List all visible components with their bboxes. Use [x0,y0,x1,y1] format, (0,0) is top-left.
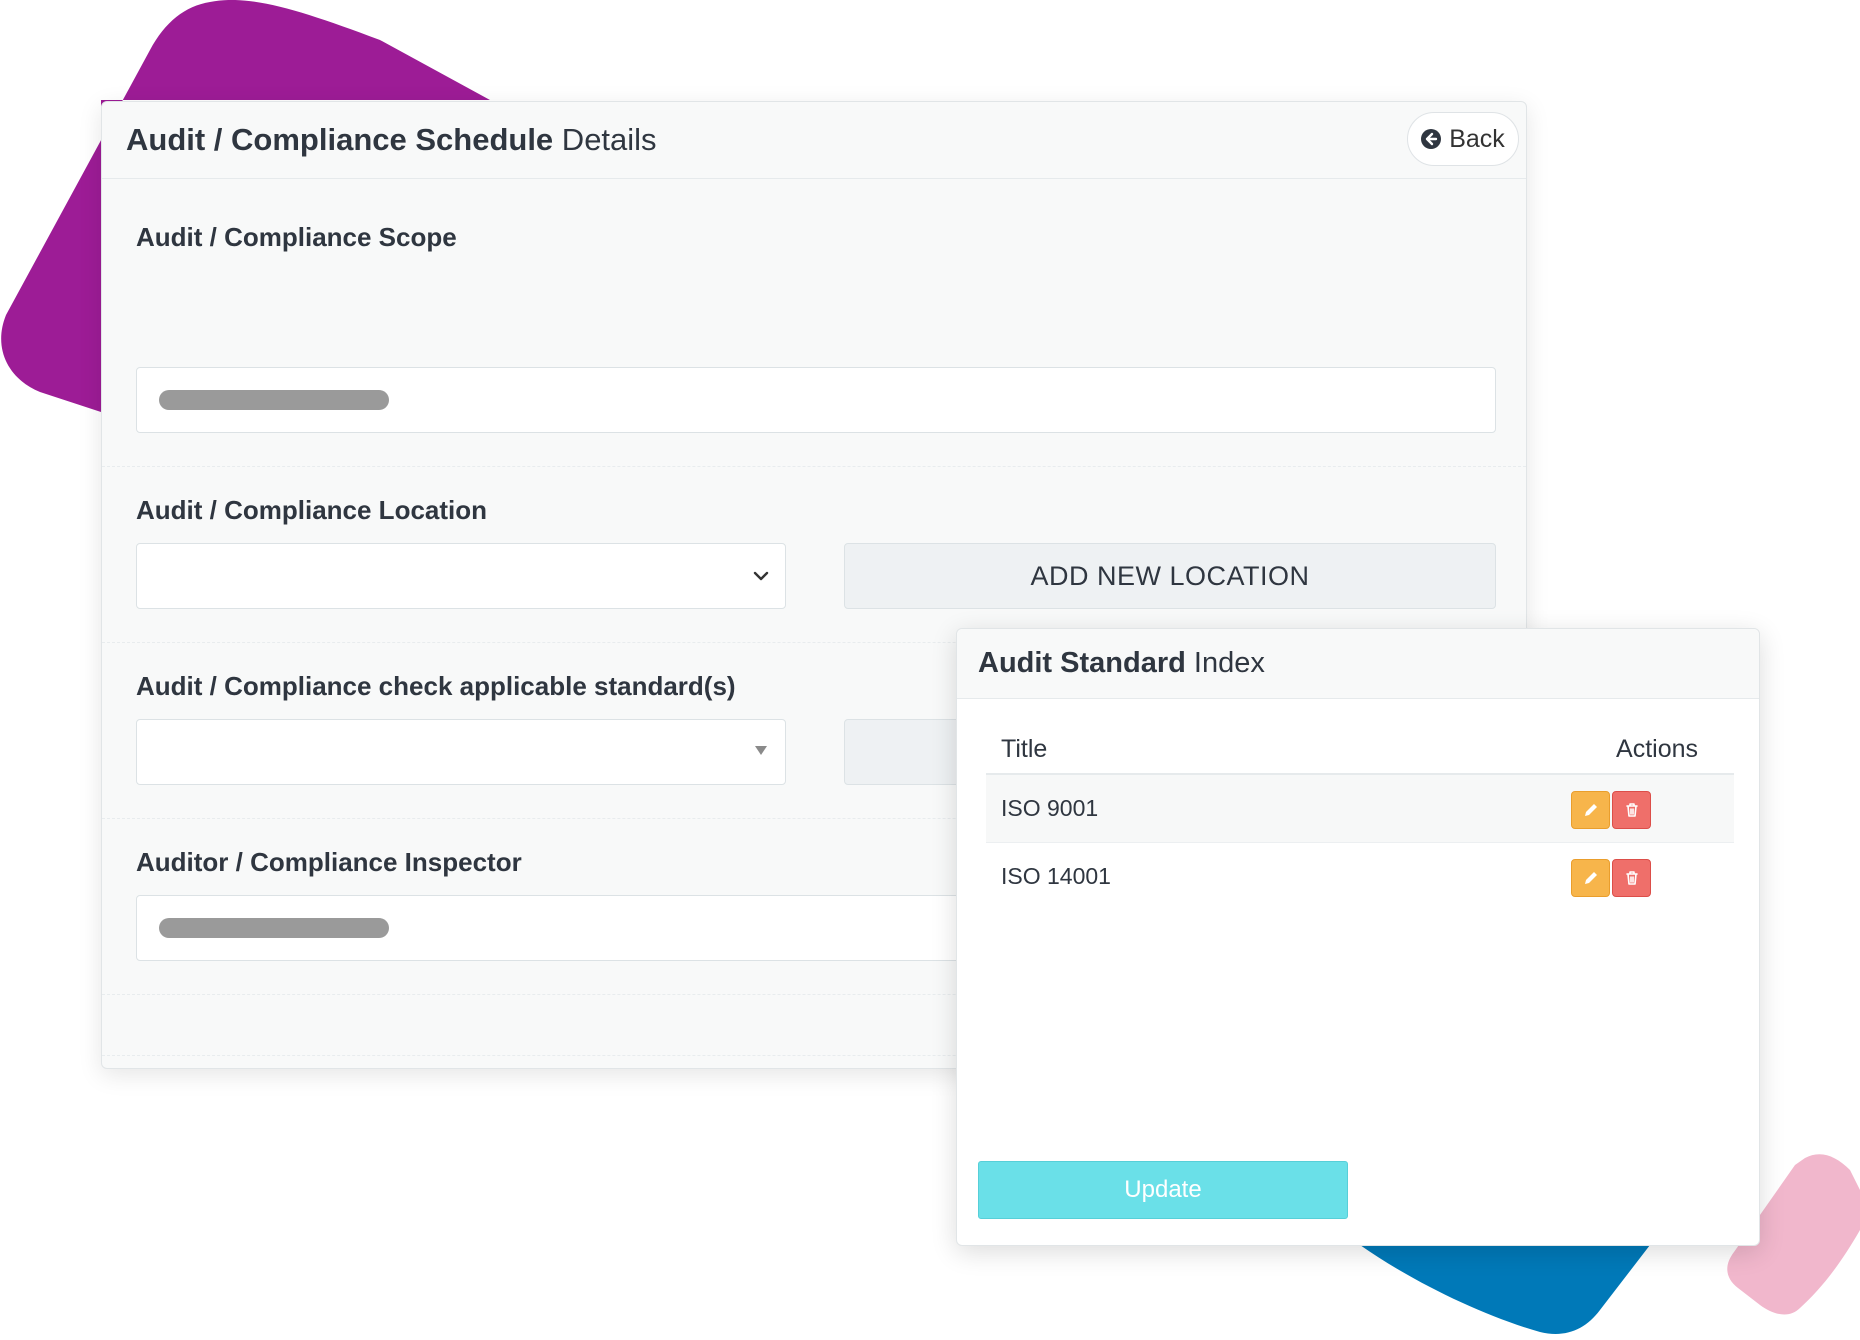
card-header: Audit / Compliance Schedule Details Back [102,102,1526,179]
standards-label: Audit / Compliance check applicable stan… [136,671,736,701]
scope-label: Audit / Compliance Scope [136,222,457,252]
delete-button[interactable] [1612,859,1651,897]
trash-icon [1625,803,1638,817]
location-label: Audit / Compliance Location [136,495,488,525]
edit-button[interactable] [1571,791,1610,829]
location-select[interactable] [136,543,786,609]
back-button[interactable]: Back [1407,112,1519,166]
delete-button[interactable] [1612,791,1651,829]
scope-section: Audit / Compliance Scope [102,179,1526,467]
column-header-title: Title [1001,735,1048,763]
column-header-actions: Actions [1616,735,1698,763]
modal-title: Audit Standard Index [978,647,1265,679]
table-row: ISO 14001 [986,843,1734,911]
row-title: ISO 14001 [1001,863,1111,889]
pencil-icon [1584,804,1597,816]
update-button[interactable]: Update [978,1161,1348,1219]
table-row: ISO 9001 [986,775,1734,843]
redacted-value [159,918,389,938]
scope-input[interactable] [136,367,1496,433]
back-label: Back [1449,124,1505,153]
add-new-location-button[interactable]: ADD NEW LOCATION [844,543,1496,609]
page-title: Audit / Compliance Schedule Details [126,122,657,157]
trash-icon [1625,871,1638,885]
location-section: Audit / Compliance Location ADD NEW LOCA… [102,466,1526,643]
modal-header: Audit Standard Index [957,629,1759,699]
row-title: ISO 9001 [1001,795,1099,821]
edit-button[interactable] [1571,859,1610,897]
arrow-circle-left-icon [1421,129,1442,149]
table-header: Title Actions [986,725,1734,775]
redacted-value [159,390,389,410]
inspector-label: Auditor / Compliance Inspector [136,847,522,877]
blue-decorative-shape [1360,1245,1650,1334]
audit-standard-index-panel: Audit Standard Index Title Actions ISO 9… [956,628,1760,1246]
chevron-down-icon [753,571,769,581]
standards-select[interactable] [136,719,786,785]
caret-down-icon [755,746,767,755]
pencil-icon [1584,872,1597,884]
